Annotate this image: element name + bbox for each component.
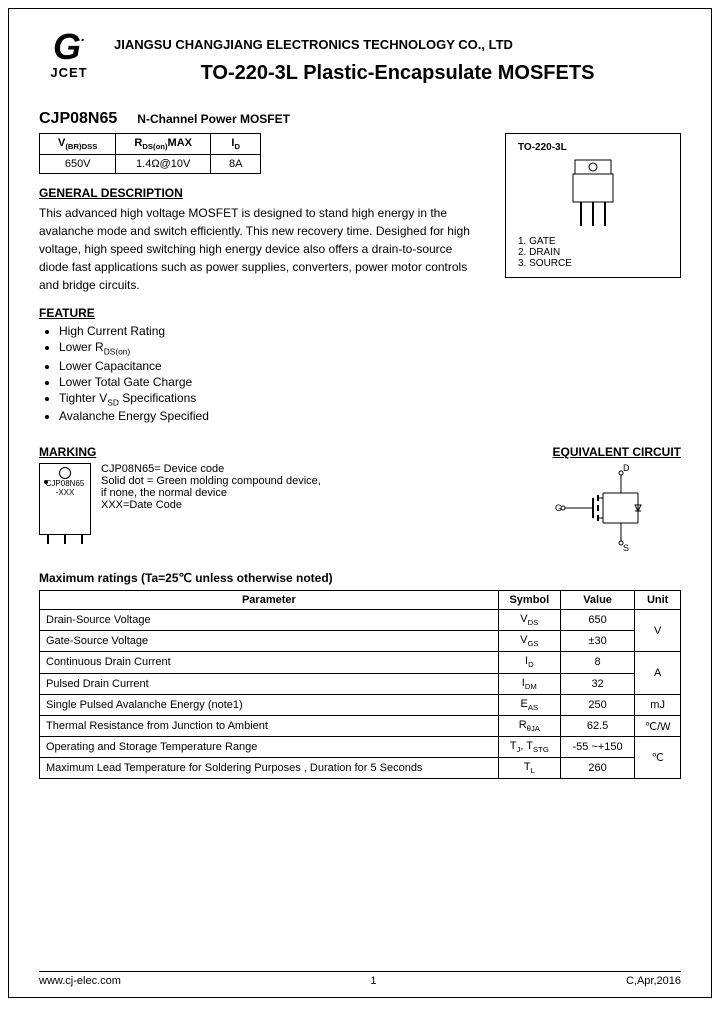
table-row: Thermal Resistance from Junction to Ambi…	[40, 715, 681, 736]
feature-title: FEATURE	[39, 306, 681, 320]
table-row: Drain-Source Voltage VDS 650 V	[40, 609, 681, 630]
feature-item: Lower RDS(on)	[59, 340, 681, 356]
key-spec-table: V(BR)DSS RDS(on)MAX ID 650V 1.4Ω@10V 8A	[39, 133, 261, 174]
ratings-table: Parameter Symbol Value Unit Drain-Source…	[39, 590, 681, 780]
table-row: Gate-Source Voltage VGS ±30	[40, 631, 681, 652]
mid-section: MARKING CJP08N65 -XXX CJP08N65= Device c…	[39, 433, 681, 556]
spec-h2: RDS(on)MAX	[116, 134, 211, 155]
pin-1: 1. GATE	[518, 236, 668, 247]
package-drawing-icon	[518, 158, 668, 231]
feature-item: Lower Total Gate Charge	[59, 375, 681, 389]
footer-url: www.cj-elec.com	[39, 975, 121, 987]
circuit-title: EQUIVALENT CIRCUIT	[553, 445, 681, 459]
feature-item: Tighter VSD Specifications	[59, 391, 681, 407]
marking-title: MARKING	[39, 445, 493, 459]
equivalent-circuit-icon: D G S	[553, 463, 673, 553]
feature-item: High Current Rating	[59, 324, 681, 338]
table-row: Continuous Drain Current ID 8 A	[40, 652, 681, 673]
ratings-header-symbol: Symbol	[498, 590, 560, 609]
company-name: JIANGSU CHANGJIANG ELECTRONICS TECHNOLOG…	[114, 37, 681, 52]
ratings-title: Maximum ratings (Ta=25℃ unless otherwise…	[39, 571, 681, 585]
marking-chip-icon: CJP08N65 -XXX	[39, 463, 91, 535]
table-row: Pulsed Drain Current IDM 32	[40, 673, 681, 694]
general-desc-text: This advanced high voltage MOSFET is des…	[39, 204, 480, 294]
general-desc-title: GENERAL DESCRIPTION	[39, 186, 480, 200]
feature-item: Lower Capacitance	[59, 359, 681, 373]
pin-3: 3. SOURCE	[518, 258, 668, 269]
circuit-s-label: S	[623, 543, 629, 553]
spec-v1: 650V	[40, 155, 116, 174]
header: G. JCET JIANGSU CHANGJIANG ELECTRONICS T…	[39, 29, 681, 100]
logo: G. JCET	[39, 29, 99, 80]
part-header: CJP08N65 N-Channel Power MOSFET	[39, 110, 681, 128]
package-name: TO-220-3L	[518, 142, 668, 153]
circuit-d-label: D	[623, 463, 630, 473]
pin-2: 2. DRAIN	[518, 247, 668, 258]
table-row: Maximum Lead Temperature for Soldering P…	[40, 758, 681, 779]
table-row: Operating and Storage Temperature Range …	[40, 737, 681, 758]
logo-swirl-icon: G.	[39, 29, 99, 65]
marking-chip-date: -XXX	[40, 488, 90, 497]
footer-page: 1	[370, 975, 376, 987]
marking-box: CJP08N65 -XXX CJP08N65= Device code Soli…	[39, 463, 493, 535]
marking-text: CJP08N65= Device code Solid dot = Green …	[101, 463, 321, 511]
spec-v2: 1.4Ω@10V	[116, 155, 211, 174]
ratings-header-param: Parameter	[40, 590, 499, 609]
package-box: TO-220-3L 1. GATE 2. DRAIN 3. SOURCE	[505, 133, 681, 278]
ratings-header-value: Value	[560, 590, 634, 609]
table-row: Single Pulsed Avalanche Energy (note1) E…	[40, 694, 681, 715]
feature-item: Avalanche Energy Specified	[59, 409, 681, 423]
spec-h3: ID	[210, 134, 260, 155]
spec-v3: 8A	[210, 155, 260, 174]
doc-title: TO-220-3L Plastic-Encapsulate MOSFETS	[114, 62, 681, 85]
spec-h1: V(BR)DSS	[40, 134, 116, 155]
part-number: CJP08N65	[39, 110, 117, 128]
datasheet-page: G. JCET JIANGSU CHANGJIANG ELECTRONICS T…	[8, 8, 712, 998]
footer: www.cj-elec.com 1 C,Apr,2016	[39, 971, 681, 987]
top-section: V(BR)DSS RDS(on)MAX ID 650V 1.4Ω@10V 8A …	[39, 133, 681, 294]
ratings-header-unit: Unit	[635, 590, 681, 609]
feature-list: High Current Rating Lower RDS(on) Lower …	[59, 324, 681, 423]
footer-date: C,Apr,2016	[626, 975, 681, 987]
logo-brand: JCET	[39, 65, 99, 80]
part-description: N-Channel Power MOSFET	[137, 112, 290, 126]
